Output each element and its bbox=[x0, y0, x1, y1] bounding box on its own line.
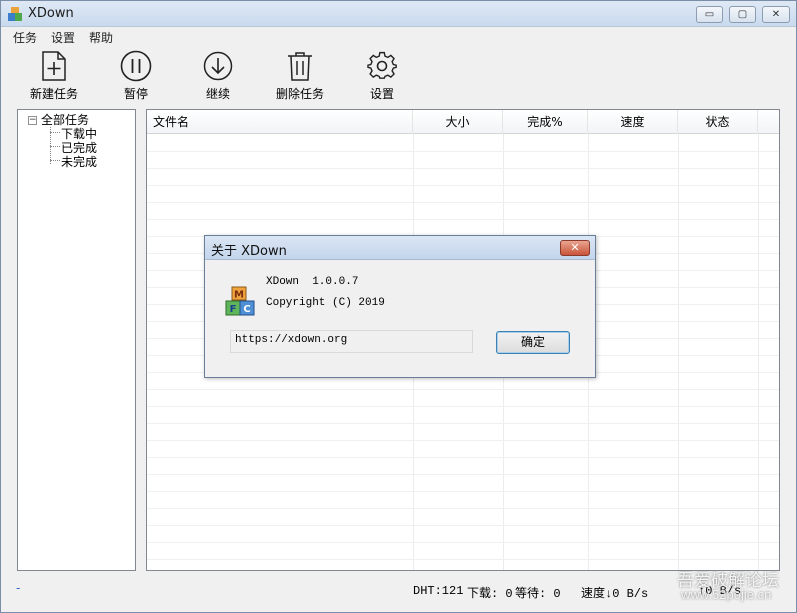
minimize-button[interactable]: ▭ bbox=[696, 6, 723, 23]
dialog-copyright: Copyright (C) 2019 bbox=[266, 297, 385, 309]
new-task-icon bbox=[42, 51, 66, 81]
menu-bar: 任务 设置 帮助 bbox=[1, 27, 796, 46]
tree-collapse-toggle[interactable]: − bbox=[28, 116, 37, 125]
column-status[interactable]: 状态 bbox=[678, 110, 758, 134]
dialog-title-bar[interactable]: 关于 XDown ✕ bbox=[205, 236, 595, 260]
column-progress[interactable]: 完成% bbox=[503, 110, 588, 134]
svg-text:F: F bbox=[230, 304, 237, 315]
app-logo-icon: M F C bbox=[225, 286, 255, 316]
gear-icon bbox=[367, 51, 397, 79]
maximize-button[interactable]: ▢ bbox=[729, 6, 756, 23]
grid-row-line bbox=[147, 440, 779, 441]
list-header: 文件名 大小 完成% 速度 状态 bbox=[147, 110, 779, 134]
grid-row-line bbox=[147, 219, 779, 220]
column-speed[interactable]: 速度 bbox=[588, 110, 678, 134]
tree-connector bbox=[50, 132, 60, 133]
maximize-icon: ▢ bbox=[737, 9, 748, 20]
grid-column-line bbox=[678, 134, 679, 570]
resume-button[interactable]: 继续 bbox=[200, 50, 236, 102]
column-size[interactable]: 大小 bbox=[413, 110, 503, 134]
dialog-title: 关于 XDown bbox=[211, 244, 287, 259]
grid-row-line bbox=[147, 457, 779, 458]
settings-button[interactable]: 设置 bbox=[365, 50, 399, 102]
grid-row-line bbox=[147, 389, 779, 390]
grid-column-line bbox=[758, 134, 759, 570]
tree-connector bbox=[50, 160, 60, 161]
title-bar[interactable]: XDown ▭ ▢ ✕ bbox=[1, 1, 796, 27]
grid-row-line bbox=[147, 168, 779, 169]
close-button[interactable]: ✕ bbox=[762, 6, 790, 23]
about-dialog: 关于 XDown ✕ M F C XDown 1.0.0.7 Copyright… bbox=[204, 235, 596, 378]
dialog-close-button[interactable]: ✕ bbox=[560, 240, 590, 256]
task-tree[interactable]: − 全部任务 下载中 已完成 未完成 bbox=[17, 109, 136, 571]
grid-row-line bbox=[147, 491, 779, 492]
menu-task[interactable]: 任务 bbox=[13, 29, 37, 46]
minimize-icon: ▭ bbox=[704, 9, 715, 20]
status-left: - bbox=[16, 581, 21, 595]
close-icon: ✕ bbox=[570, 241, 580, 254]
dialog-app-version: XDown 1.0.0.7 bbox=[266, 276, 359, 288]
grid-row-line bbox=[147, 185, 779, 186]
svg-text:M: M bbox=[234, 290, 244, 301]
tree-connector bbox=[50, 146, 60, 147]
grid-row-line bbox=[147, 525, 779, 526]
window-title: XDown bbox=[28, 6, 74, 21]
status-waiting: 等待: 0 bbox=[515, 587, 561, 601]
xdown-window: XDown ▭ ▢ ✕ 任务 设置 帮助 新建任务 暂停 继续 删除任务 设置 … bbox=[0, 0, 797, 613]
app-icon bbox=[8, 7, 22, 21]
toolbar: 新建任务 暂停 继续 删除任务 设置 bbox=[1, 46, 796, 104]
pause-button[interactable]: 暂停 bbox=[117, 50, 155, 102]
ok-button[interactable]: 确定 bbox=[496, 331, 570, 354]
menu-help[interactable]: 帮助 bbox=[89, 29, 113, 46]
grid-row-line bbox=[147, 508, 779, 509]
grid-row-line bbox=[147, 542, 779, 543]
status-dht: DHT:121 bbox=[413, 584, 464, 598]
status-downloading: 下载: 0 bbox=[467, 587, 513, 601]
grid-row-line bbox=[147, 474, 779, 475]
grid-row-line bbox=[147, 423, 779, 424]
resume-icon bbox=[203, 51, 233, 81]
pause-icon bbox=[120, 50, 152, 82]
trash-icon bbox=[288, 52, 312, 81]
close-icon: ✕ bbox=[771, 9, 781, 20]
svg-text:C: C bbox=[243, 304, 250, 315]
new-task-button[interactable]: 新建任务 bbox=[27, 50, 81, 102]
grid-row-line bbox=[147, 406, 779, 407]
dialog-url-field[interactable]: https://xdown.org bbox=[230, 330, 473, 353]
tree-item-incomplete[interactable]: 未完成 bbox=[61, 153, 97, 170]
grid-row-line bbox=[147, 559, 779, 560]
menu-settings[interactable]: 设置 bbox=[51, 29, 75, 46]
status-download-speed: 速度↓0 B/s bbox=[581, 587, 649, 601]
delete-task-button[interactable]: 删除任务 bbox=[273, 50, 327, 102]
watermark-url: www.52pojie.cn bbox=[681, 587, 772, 602]
column-filename[interactable]: 文件名 bbox=[147, 110, 413, 134]
grid-row-line bbox=[147, 202, 779, 203]
grid-row-line bbox=[147, 151, 779, 152]
